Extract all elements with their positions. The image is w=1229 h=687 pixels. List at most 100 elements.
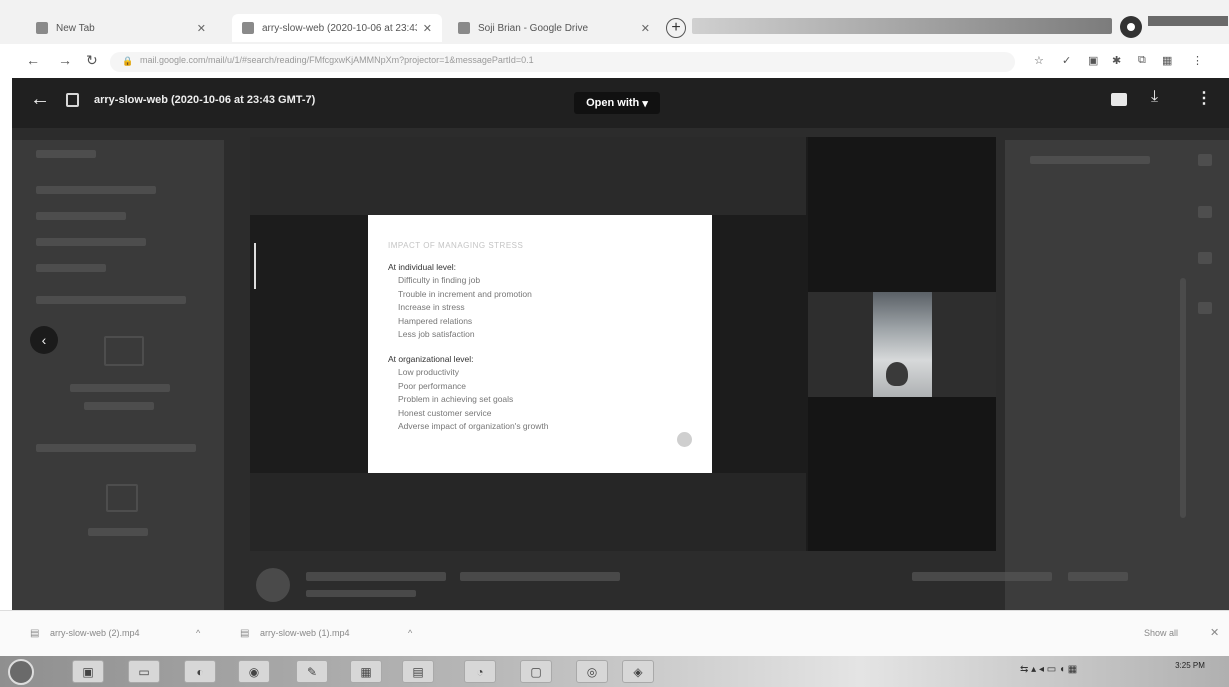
open-with-label: Open with	[586, 97, 640, 109]
ghost-text	[36, 150, 96, 158]
ghost-text	[88, 528, 148, 536]
video-region-bottom	[250, 473, 806, 551]
previous-file-button[interactable]: ‹	[30, 326, 58, 354]
page-scrollbar[interactable]	[1180, 278, 1186, 518]
tab-label: arry-slow-web (2020-10-06 at 23:43 GMT-7…	[262, 22, 417, 34]
reload-icon[interactable]: ↻	[86, 52, 98, 69]
slide-bullet: Less job satisfaction	[398, 329, 475, 339]
chevron-up-icon[interactable]: ^	[408, 628, 412, 638]
media-player-icon[interactable]: ◐	[184, 660, 216, 683]
extension-icon[interactable]: ▣	[1088, 54, 1098, 67]
start-button[interactable]	[8, 659, 34, 685]
gmail-favicon-icon	[242, 22, 254, 34]
text-cursor-mark	[254, 243, 256, 289]
slide-logo-icon	[677, 432, 692, 447]
chrome-icon[interactable]: ◉	[238, 660, 270, 683]
window-controls[interactable]	[1148, 16, 1228, 26]
slide-bullet: Increase in stress	[398, 302, 465, 312]
extension-pin-icon[interactable]: ✱	[1112, 54, 1121, 67]
media-icon[interactable]: ◎	[576, 660, 608, 683]
tab-strip-background	[692, 18, 1112, 34]
slide-bullet: Trouble in increment and promotion	[398, 288, 532, 299]
ghost-text	[1030, 156, 1150, 164]
open-with-button[interactable]: Open with ▾	[574, 92, 660, 114]
tab-close-icon[interactable]: ✕	[423, 22, 432, 35]
taskbar-app-icon[interactable]: ▣	[72, 660, 104, 683]
slide-section-heading: At individual level:	[388, 261, 457, 272]
taskbar-app-icon[interactable]: ✎	[296, 660, 328, 683]
more-options-icon[interactable]: ⋮	[1196, 88, 1212, 108]
new-tab-favicon-icon	[36, 22, 48, 34]
calculator-icon[interactable]: ▦	[350, 660, 382, 683]
download-item[interactable]: arry-slow-web (1).mp4	[260, 628, 350, 638]
forward-nav-icon[interactable]: →	[58, 52, 72, 68]
chevron-up-icon[interactable]: ^	[196, 628, 200, 638]
tab-video-file[interactable]: arry-slow-web (2020-10-06 at 23:43 GMT-7…	[232, 14, 442, 42]
ghost-icon	[106, 484, 138, 512]
chevron-down-icon: ▾	[642, 97, 648, 110]
slide-bullet: Low productivity	[398, 367, 459, 377]
extension-cast-icon[interactable]: ▦	[1162, 54, 1172, 67]
tab-close-icon[interactable]: ✕	[197, 22, 206, 35]
extension-check-icon[interactable]: ✓	[1062, 54, 1071, 67]
ghost-text	[36, 296, 186, 304]
taskbar-clock[interactable]: 3:25 PM	[1160, 660, 1220, 684]
taskbar-app-icon[interactable]: ◈	[622, 660, 654, 683]
ghost-text	[84, 402, 154, 410]
lock-icon: 🔒	[122, 56, 134, 66]
sender-avatar	[256, 568, 290, 602]
tab-close-icon[interactable]: ✕	[641, 22, 650, 35]
ghost-icon	[1198, 154, 1212, 166]
video-region-topright	[808, 137, 996, 292]
new-tab-button[interactable]: +	[666, 18, 686, 38]
slide-bullet: Poor performance	[398, 380, 467, 391]
ghost-text	[460, 572, 620, 581]
slide-bullet: Difficulty in finding job	[398, 275, 481, 285]
presenter-figure	[886, 362, 908, 386]
tab-label: Soji Brian - Google Drive	[478, 22, 589, 34]
show-all-downloads-link[interactable]: Show all	[1144, 628, 1178, 638]
clock-time: 3:25 PM	[1175, 661, 1205, 670]
ghost-text	[36, 264, 106, 272]
browser-menu-icon[interactable]: ⋮	[1192, 54, 1203, 67]
taskbar-app-icon[interactable]: ▤	[402, 660, 434, 683]
back-nav-icon[interactable]: ←	[26, 52, 40, 68]
system-tray-icons[interactable]: ⇆ ▴ ◂ ▭ ◖ ▦	[1020, 664, 1077, 675]
drive-sidebar-background	[12, 140, 224, 610]
chevron-left-icon: ‹	[41, 332, 47, 348]
slide-bullet: Hampered relations	[398, 315, 473, 326]
ghost-text	[70, 384, 170, 392]
profile-avatar-icon[interactable]	[1120, 16, 1142, 38]
slide-section-heading: At organizational level:	[388, 353, 474, 364]
extension-puzzle-icon[interactable]: ⧉	[1138, 54, 1146, 67]
url-text[interactable]: mail.google.com/mail/u/1/#search/reading…	[140, 55, 534, 65]
slide-bullet: Honest customer service	[398, 407, 492, 418]
tab-google-drive[interactable]: Soji Brian - Google Drive ✕	[448, 14, 660, 42]
add-to-drive-folder-icon[interactable]	[1111, 93, 1127, 106]
ghost-text	[1068, 572, 1128, 581]
star-bookmark-icon[interactable]: ☆	[1034, 54, 1044, 67]
taskbar-app-icon[interactable]: ◔	[464, 660, 496, 683]
tab-new-tab[interactable]: New Tab ✕	[26, 14, 216, 42]
drive-right-panel-background	[1005, 140, 1229, 610]
ghost-icon	[1198, 302, 1212, 314]
ghost-text	[306, 572, 446, 581]
download-file-icon: ▤	[30, 628, 40, 639]
download-icon[interactable]: ⤓	[1151, 88, 1158, 106]
drive-favicon-icon	[458, 22, 470, 34]
ghost-text	[36, 238, 146, 246]
taskbar-app-icon[interactable]: ▢	[520, 660, 552, 683]
download-item[interactable]: arry-slow-web (2).mp4	[50, 628, 140, 638]
ghost-text	[912, 572, 1052, 581]
downloads-bar	[0, 610, 1229, 657]
presentation-slide: IMPACT OF MANAGING STRESS At individual …	[368, 215, 712, 473]
ghost-text	[36, 444, 196, 452]
tab-label: New Tab	[56, 22, 95, 34]
close-viewer-back-icon[interactable]: ←	[30, 88, 50, 111]
slide-bullet: Adverse impact of organization's growth	[398, 421, 549, 431]
ghost-icon	[1198, 206, 1212, 218]
folder-icon[interactable]: ▭	[128, 660, 160, 683]
close-downloads-icon[interactable]: ✕	[1210, 626, 1219, 639]
video-region-top	[250, 137, 806, 215]
ghost-icon	[1198, 252, 1212, 264]
